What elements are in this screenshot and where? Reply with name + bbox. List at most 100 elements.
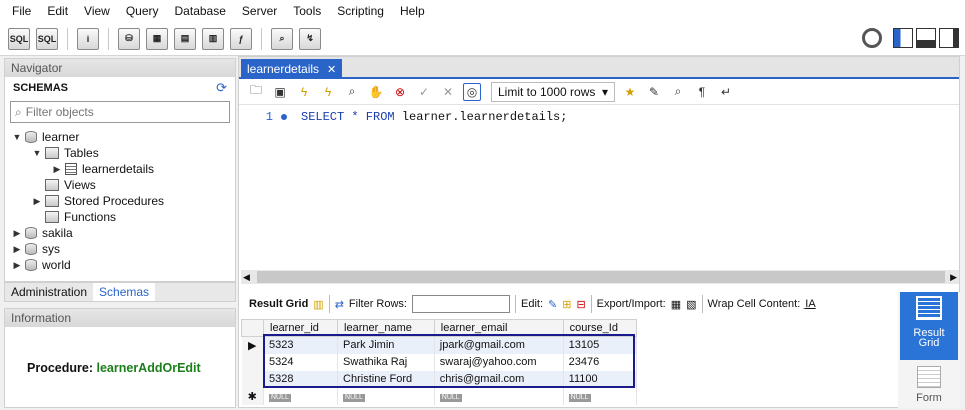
information-panel: Information Procedure: learnerAddOrEdit — [4, 308, 236, 408]
result-view-switcher: Result Grid Form — [898, 292, 960, 408]
result-grid-view-label: Result Grid — [913, 327, 945, 349]
refresh-icon[interactable]: ⟳ — [216, 80, 227, 96]
tree-item-tables[interactable]: ▼ Tables — [5, 145, 235, 161]
reconnect-icon[interactable]: ↯ — [299, 27, 321, 50]
menu-tools[interactable]: Tools — [285, 4, 329, 18]
create-view-icon[interactable]: ▤ — [174, 27, 196, 50]
beautify-icon[interactable]: ✎ — [645, 83, 663, 101]
toggle-secondary-sidebar-icon[interactable] — [939, 28, 959, 48]
filter-objects-input[interactable] — [25, 105, 216, 119]
menu-database[interactable]: Database — [167, 4, 234, 18]
rollback-icon[interactable]: ✕ — [439, 83, 457, 101]
limit-rows-select[interactable]: Limit to 1000 rows ▾ — [491, 81, 615, 102]
tree-item-learner[interactable]: ▼ learner — [5, 129, 235, 145]
menu-bar: File Edit View Query Database Server Tools Scri… — [0, 0, 965, 22]
form-view-label: Form — [916, 392, 942, 404]
folder-icon — [45, 179, 59, 191]
filter-objects-field[interactable]: ⌕ — [10, 101, 230, 123]
edit-row-icon[interactable]: ✎ — [548, 298, 557, 311]
collapsed-arrow-icon[interactable]: ▶ — [11, 228, 23, 239]
search-table-icon[interactable]: ⌕ — [271, 27, 293, 50]
tree-item-stored-procedures[interactable]: ▶ Stored Procedures — [5, 193, 235, 209]
find-icon[interactable]: ⌕ — [669, 83, 687, 101]
wrap-cell-icon[interactable]: I̲A — [805, 298, 815, 310]
collapsed-arrow-icon[interactable]: ▶ — [51, 164, 63, 175]
insert-row-icon[interactable]: ⊞ — [562, 298, 571, 311]
null-cell[interactable]: NULL — [434, 387, 564, 405]
tree-item-sakila[interactable]: ▶ sakila — [5, 225, 235, 241]
export-icon[interactable]: ▦ — [671, 298, 681, 311]
null-cell[interactable]: NULL — [563, 387, 638, 405]
tab-schemas[interactable]: Schemas — [93, 283, 156, 301]
autocommit-icon[interactable]: ◎ — [463, 82, 481, 101]
code-line[interactable]: 1 SELECT * FROM learner.learnerdetails; — [239, 109, 568, 125]
schema-tree: ▼ learner ▼ Tables ▶ learnerdetails Views ▶ Stor… — [5, 125, 235, 273]
wrap-lines-icon[interactable]: ↵ — [717, 83, 735, 101]
null-cell[interactable]: NULL — [263, 387, 339, 405]
stop-icon[interactable]: ✋ — [367, 83, 385, 101]
tree-item-label: Functions — [64, 210, 117, 224]
explain-icon[interactable]: ⌕ — [343, 83, 361, 101]
null-badge: NULL — [568, 394, 591, 402]
tree-item-world[interactable]: ▶ world — [5, 257, 235, 273]
tab-learnerdetails[interactable]: learnerdetails ✕ — [241, 59, 343, 79]
create-schema-icon[interactable]: ⛁ — [118, 27, 140, 50]
toggle-errors-icon[interactable]: ⊗ — [391, 83, 409, 101]
tree-item-learnerdetails[interactable]: ▶ learnerdetails — [5, 161, 235, 177]
selection-highlight-box — [263, 334, 635, 388]
execute-icon[interactable]: ϟ — [295, 83, 313, 101]
open-sql-icon[interactable]: SQL — [36, 27, 58, 50]
tree-item-functions[interactable]: Functions — [5, 209, 235, 225]
menu-scripting[interactable]: Scripting — [329, 4, 392, 18]
null-cell[interactable]: NULL — [337, 387, 435, 405]
add-snippet-icon[interactable]: ★ — [621, 83, 639, 101]
commit-icon[interactable]: ✓ — [415, 83, 433, 101]
toggle-sidebar-icon[interactable] — [893, 28, 913, 48]
tab-administration[interactable]: Administration — [5, 283, 93, 301]
menu-server[interactable]: Server — [234, 4, 285, 18]
delete-row-icon[interactable]: ⊟ — [576, 298, 585, 311]
collapsed-arrow-icon[interactable]: ▶ — [31, 196, 43, 207]
scrollbar-thumb[interactable] — [257, 271, 945, 283]
open-folder-icon[interactable]: 🗀 — [247, 83, 265, 101]
filter-rows-input[interactable] — [411, 295, 510, 313]
menu-edit[interactable]: Edit — [39, 4, 76, 18]
create-function-icon[interactable]: ƒ — [230, 27, 252, 50]
menu-view[interactable]: View — [76, 4, 118, 18]
new-row[interactable]: ✱ NULL NULL NULL NULL — [241, 387, 638, 405]
expanded-arrow-icon[interactable]: ▼ — [11, 132, 23, 142]
database-icon — [25, 131, 37, 143]
menu-help[interactable]: Help — [392, 4, 433, 18]
horizontal-scrollbar[interactable]: ◀ ▶ — [241, 270, 959, 284]
gear-icon[interactable] — [862, 28, 882, 48]
collapsed-arrow-icon[interactable]: ▶ — [11, 260, 23, 271]
inspector-icon[interactable]: i — [77, 27, 99, 50]
close-icon[interactable]: ✕ — [327, 63, 336, 76]
create-table-icon[interactable]: ▦ — [146, 27, 168, 50]
tree-item-label: learner — [42, 130, 80, 144]
grid-icon[interactable]: ▥ — [313, 298, 323, 311]
menu-file[interactable]: File — [4, 4, 39, 18]
toolbar-separator — [701, 295, 703, 313]
refresh-results-icon[interactable]: ⇄ — [335, 298, 344, 311]
schemas-row: SCHEMAS ⟳ — [5, 77, 235, 99]
expanded-arrow-icon[interactable]: ▼ — [31, 148, 43, 158]
invisible-chars-icon[interactable]: ¶ — [693, 83, 711, 101]
toggle-output-icon[interactable] — [916, 28, 936, 48]
menu-query[interactable]: Query — [118, 4, 167, 18]
execute-current-icon[interactable]: ϟ — [319, 83, 337, 101]
tree-item-sys[interactable]: ▶ sys — [5, 241, 235, 257]
result-grid-label[interactable]: Result Grid — [249, 298, 308, 310]
null-badge: NULL — [343, 394, 365, 402]
save-icon[interactable]: ▣ — [271, 83, 289, 101]
import-icon[interactable]: ▧ — [686, 298, 696, 311]
scroll-left-icon[interactable]: ◀ — [241, 272, 250, 283]
form-view-button[interactable]: Form — [900, 362, 958, 406]
new-sql-tab-icon[interactable]: SQL — [8, 27, 30, 50]
scroll-right-icon[interactable]: ▶ — [950, 272, 957, 283]
folder-icon — [45, 211, 59, 223]
collapsed-arrow-icon[interactable]: ▶ — [11, 244, 23, 255]
create-procedure-icon[interactable]: ▥ — [202, 27, 224, 50]
result-grid-view-button[interactable]: Result Grid — [900, 292, 958, 360]
tree-item-views[interactable]: Views — [5, 177, 235, 193]
